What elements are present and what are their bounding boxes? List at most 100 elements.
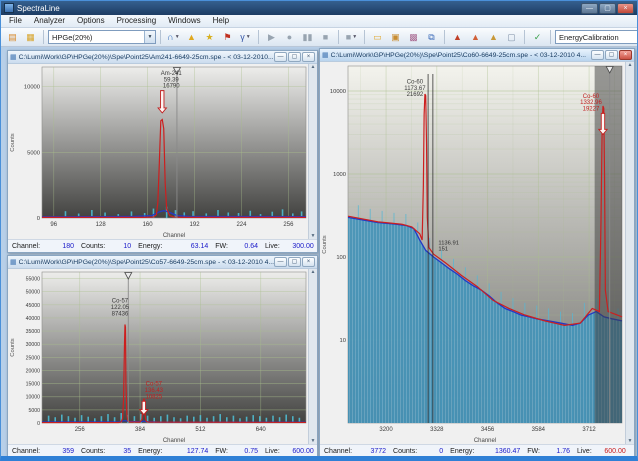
gamma-analysis-icon: γ: [240, 32, 245, 42]
svg-text:3584: 3584: [532, 427, 546, 433]
chart-scrollbar[interactable]: ▲ ▼: [308, 64, 317, 239]
svg-text:45000: 45000: [26, 303, 41, 309]
peak-fit-multi-button[interactable]: ▲: [467, 29, 484, 45]
chevron-down-icon[interactable]: ▼: [144, 31, 155, 43]
stop-all-button[interactable]: ■▼: [343, 29, 360, 45]
app-minimize-button[interactable]: —: [581, 3, 598, 14]
status-label: FW:: [215, 243, 228, 250]
spectrum-doc-icon: ▦: [322, 52, 329, 59]
status-label: Channel:: [12, 243, 40, 250]
window-maximize-button[interactable]: ▢: [288, 52, 301, 62]
spectra-list-button[interactable]: ▤: [4, 29, 21, 45]
status-label: Live:: [265, 243, 280, 250]
gamma-analysis-button[interactable]: γ▼: [237, 29, 254, 45]
record-button[interactable]: ●: [281, 29, 298, 45]
scroll-up-icon[interactable]: ▲: [311, 64, 316, 70]
peak-erase-button[interactable]: ▲: [485, 29, 502, 45]
toolbar-separator: [364, 30, 365, 44]
menu-processing[interactable]: Processing: [111, 15, 163, 27]
menu-windows[interactable]: Windows: [162, 15, 206, 27]
menu-file[interactable]: File: [3, 15, 28, 27]
window-titlebar[interactable]: ▦ C:\Lumi\Work\GP\HPGe(20%)\Spe\Point25\…: [320, 49, 634, 62]
menu-analyzer[interactable]: Analyzer: [28, 15, 71, 27]
window-maximize-button[interactable]: ▢: [288, 257, 301, 267]
stop-all-icon: ■: [346, 32, 351, 42]
svg-text:640: 640: [256, 427, 267, 433]
peak-flag-icon: ⚑: [223, 32, 231, 43]
export-image-icon: ▩: [409, 32, 418, 43]
status-label: Live:: [265, 448, 280, 455]
svg-text:3200: 3200: [379, 427, 393, 433]
chart-scrollbar[interactable]: ▲ ▼: [308, 269, 317, 444]
svg-text:192: 192: [190, 222, 201, 228]
window-maximize-button[interactable]: ▢: [605, 50, 618, 60]
export-image-button[interactable]: ▩: [405, 29, 422, 45]
scroll-up-icon[interactable]: ▲: [628, 62, 633, 68]
status-label: FW:: [527, 448, 540, 455]
svg-text:160: 160: [143, 222, 154, 228]
svg-text:3328: 3328: [430, 427, 444, 433]
window-minimize-button[interactable]: —: [274, 257, 287, 267]
window-layout-button[interactable]: ▢: [503, 29, 520, 45]
svg-text:Channel: Channel: [163, 438, 185, 444]
window-title: C:\Lumi\Work\GP\HPGe(20%)\Spe\Point25\Co…: [19, 259, 274, 266]
calibration-select-value: EnergyCalibration: [559, 33, 638, 42]
menu-options[interactable]: Options: [71, 15, 111, 27]
status-label: FW:: [215, 448, 228, 455]
calibration-apply-button[interactable]: ✓: [529, 29, 546, 45]
status-value: 63.14: [162, 243, 208, 250]
menu-bar: FileAnalyzerOptionsProcessingWindowsHelp: [1, 15, 637, 28]
app-close-button[interactable]: ×: [617, 3, 634, 14]
calibration-select[interactable]: EnergyCalibration▼: [555, 30, 638, 44]
spectrum-chart-co57[interactable]: Co-57122.0587436Co-57136.431082525638451…: [8, 269, 308, 444]
window-minimize-button[interactable]: —: [591, 50, 604, 60]
peak-fit-button[interactable]: ▲: [449, 29, 466, 45]
window-close-button[interactable]: ×: [302, 257, 315, 267]
window-minimize-button[interactable]: —: [274, 52, 287, 62]
toolbar-separator: [43, 30, 44, 44]
chevron-down-icon: ▼: [352, 34, 357, 40]
peak-star-button[interactable]: ★: [201, 29, 218, 45]
svg-text:Co-601332.9619227: Co-601332.9619227: [580, 94, 602, 113]
window-close-button[interactable]: ×: [302, 52, 315, 62]
svg-text:224: 224: [236, 222, 247, 228]
peak-mark-button[interactable]: ▲: [183, 29, 200, 45]
svg-text:Counts: Counts: [10, 338, 16, 356]
peak-search-button[interactable]: ∩▼: [165, 29, 182, 45]
data-table-button[interactable]: ▦: [22, 29, 39, 45]
stop-button[interactable]: ■: [317, 29, 334, 45]
record-icon: ●: [287, 32, 292, 42]
menu-help[interactable]: Help: [207, 15, 235, 27]
peak-fit-multi-icon: ▲: [471, 32, 480, 42]
spectrum-window-co57: ▦ C:\Lumi\Work\GP\HPGe(20%)\Spe\Point25\…: [7, 255, 318, 458]
spectrum-chart-am241[interactable]: Am-24159.3916790961281601922242560500010…: [8, 64, 308, 239]
scroll-down-icon[interactable]: ▼: [311, 233, 316, 239]
chart-scrollbar[interactable]: ▲ ▼: [625, 62, 634, 444]
save-file-icon: ▣: [391, 32, 400, 43]
app-titlebar[interactable]: SpectraLine — ▢ ×: [1, 1, 637, 15]
detector-select[interactable]: HPGe(20%)▼: [48, 30, 156, 44]
svg-text:5000: 5000: [28, 408, 40, 414]
toolbar: ▤▦HPGe(20%)▼∩▼▲★⚑γ▼▶●▮▮■■▼▭▣▩⧉▲▲▲▢✓Energ…: [1, 28, 637, 47]
pause-button[interactable]: ▮▮: [299, 29, 316, 45]
scroll-up-icon[interactable]: ▲: [311, 269, 316, 275]
app-window: SpectraLine — ▢ × FileAnalyzerOptionsPro…: [0, 0, 638, 461]
status-value: 180: [40, 243, 74, 250]
status-bar: Channel: 3772Counts: 0Energy: 1360.47FW:…: [320, 444, 634, 457]
svg-text:512: 512: [195, 427, 206, 433]
window-titlebar[interactable]: ▦ C:\Lumi\Work\GP\HPGe(20%)\Spe\Point25\…: [8, 51, 317, 64]
open-file-button[interactable]: ▭: [369, 29, 386, 45]
app-maximize-button[interactable]: ▢: [599, 3, 616, 14]
peak-flag-button[interactable]: ⚑: [219, 29, 236, 45]
status-value: 300.00: [280, 243, 314, 250]
scroll-down-icon[interactable]: ▼: [311, 438, 316, 444]
svg-text:100: 100: [336, 255, 346, 261]
spectrum-chart-co60[interactable]: Co-601173.6721692Co-601332.96192271136.9…: [320, 62, 625, 444]
scroll-down-icon[interactable]: ▼: [628, 438, 633, 444]
save-file-button[interactable]: ▣: [387, 29, 404, 45]
start-acquisition-button[interactable]: ▶: [263, 29, 280, 45]
window-close-button[interactable]: ×: [619, 50, 632, 60]
copy-clipboard-button[interactable]: ⧉: [423, 29, 440, 45]
status-label: Live:: [577, 448, 592, 455]
window-titlebar[interactable]: ▦ C:\Lumi\Work\GP\HPGe(20%)\Spe\Point25\…: [8, 256, 317, 269]
